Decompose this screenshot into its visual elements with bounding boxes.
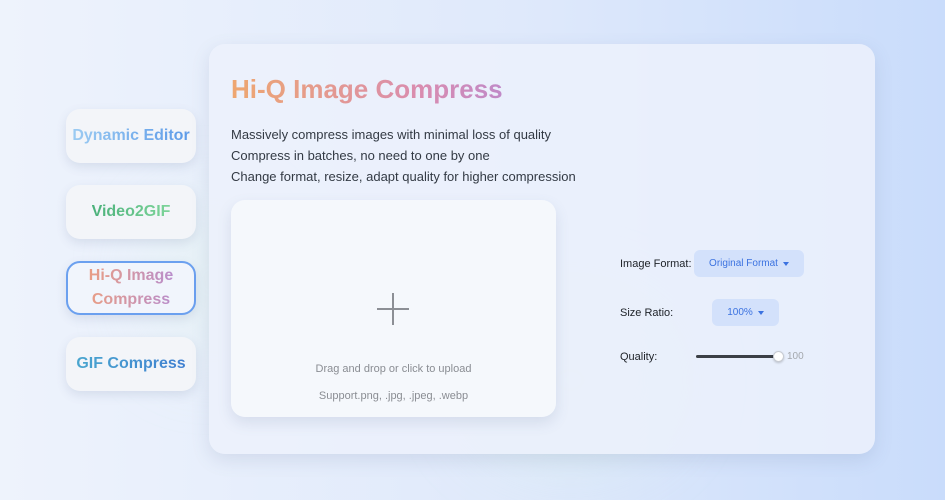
sidebar-item-hiq-image-compress[interactable]: Hi-Q Image Compress (66, 261, 196, 315)
upload-hint: Drag and drop or click to upload (315, 363, 472, 375)
main-panel: Hi-Q Image Compress Massively compress i… (209, 44, 875, 454)
sidebar-item-label: Dynamic Editor (72, 124, 189, 148)
sidebar-item-label: GIF Compress (76, 352, 185, 376)
upload-support-formats: Support.png, .jpg, .jpeg, .webp (318, 390, 469, 402)
sidebar-item-label: Video2GIF (92, 200, 171, 224)
size-ratio-value: 100% (727, 307, 753, 318)
size-ratio-select[interactable]: 100% (712, 299, 779, 326)
caret-down-icon (757, 311, 764, 315)
sidebar-item-label: Hi-Q Image Compress (76, 264, 186, 312)
feature-item: Massively compress images with minimal l… (231, 127, 552, 142)
sidebar-item-gif-compress[interactable]: GIF Compress (66, 337, 196, 391)
quality-value: 100 (787, 351, 804, 362)
page-title: Hi-Q Image Compress (231, 74, 503, 104)
image-format-label: Image Format: (620, 258, 692, 270)
sidebar-item-video2gif[interactable]: Video2GIF (66, 185, 196, 239)
feature-item: Change format, resize, adapt quality for… (231, 169, 576, 184)
image-format-value: Original Format (709, 258, 778, 269)
feature-item: Compress in batches, no need to one by o… (231, 148, 490, 163)
plus-icon (377, 293, 409, 325)
quality-label: Quality: (620, 351, 658, 363)
sidebar-item-dynamic-editor[interactable]: Dynamic Editor (66, 109, 196, 163)
upload-dropzone[interactable]: Drag and drop or click to upload Support… (231, 200, 556, 417)
size-ratio-label: Size Ratio: (620, 307, 674, 319)
image-format-select[interactable]: Original Format (694, 250, 804, 277)
quality-slider-thumb[interactable] (772, 351, 784, 362)
caret-down-icon (782, 262, 789, 266)
quality-slider[interactable] (696, 351, 784, 362)
feature-list: Massively compress images with minimal l… (231, 124, 576, 187)
